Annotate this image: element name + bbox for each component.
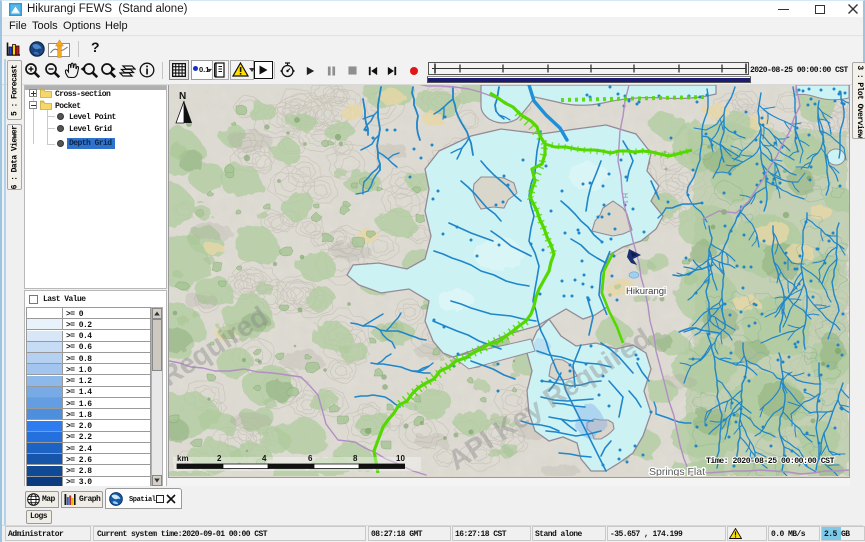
- svg-text:Springs Flat: Springs Flat: [649, 466, 705, 476]
- svg-text:Time: 2020-08-25 00:00:00 CST: Time: 2020-08-25 00:00:00 CST: [706, 456, 835, 466]
- svg-text:Hikurangi: Hikurangi: [626, 286, 666, 297]
- svg-text:6: 6: [308, 454, 313, 463]
- svg-text:2: 2: [217, 454, 222, 463]
- svg-text:4: 4: [262, 454, 267, 463]
- svg-text:H 1: H 1: [621, 193, 628, 204]
- svg-text:km: km: [177, 454, 189, 463]
- svg-text:N: N: [179, 91, 186, 102]
- svg-text:10: 10: [396, 454, 405, 463]
- svg-text:8: 8: [353, 454, 358, 463]
